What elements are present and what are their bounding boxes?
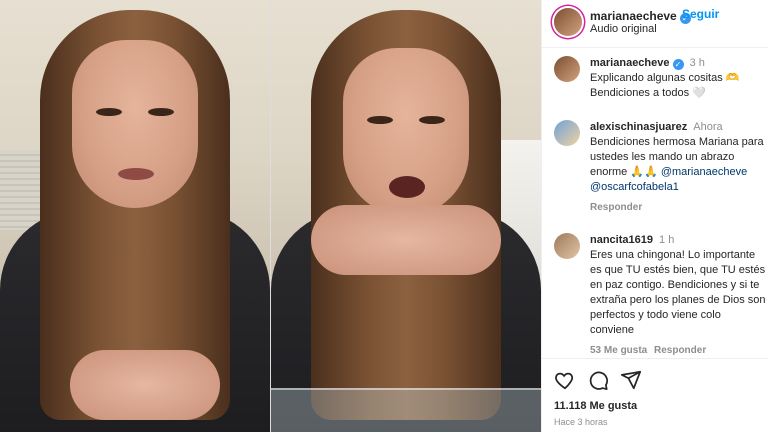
action-bar: 11.118 Me gusta Hace 3 horas xyxy=(542,358,768,433)
right-eye xyxy=(419,116,445,124)
comment-icon[interactable] xyxy=(587,369,609,391)
comment-text: alexischinasjuarez Ahora Bendiciones her… xyxy=(590,120,766,195)
caption-line-1: Explicando algunas cositas 🫶 xyxy=(590,72,740,84)
mouth xyxy=(118,168,154,180)
right-eye xyxy=(148,108,174,116)
caption-text: marianaecheve ✓ 3 h Explicando algunas co… xyxy=(590,56,766,101)
commenter-username[interactable]: alexischinasjuarez xyxy=(590,121,687,133)
window-blinds xyxy=(0,150,40,230)
commenter-username[interactable]: nancita1619 xyxy=(590,234,653,246)
author-username[interactable]: marianaecheve xyxy=(590,9,677,23)
comment-time: Ahora xyxy=(693,121,723,133)
video-frame-left[interactable] xyxy=(0,0,270,432)
reply-button[interactable]: Responder xyxy=(654,345,706,356)
caption-line-2: Bendiciones a todos 🤍 xyxy=(590,87,706,99)
comment-text: nancita1619 1 h Eres una chingona! Lo im… xyxy=(590,233,766,338)
person-face xyxy=(72,40,198,208)
comments-panel: marianaecheve ✓ Seguir Audio original mar… xyxy=(541,0,768,432)
reply-button[interactable]: Responder xyxy=(590,202,642,213)
mention-link[interactable]: @marianaecheve xyxy=(661,166,747,178)
likes-count[interactable]: 11.118 Me gusta xyxy=(554,400,637,412)
left-eye xyxy=(96,108,122,116)
person-face xyxy=(343,48,469,216)
comment-body: Eres una chingona! Lo importante es que … xyxy=(590,249,766,336)
comment-likes[interactable]: 53 Me gusta xyxy=(590,345,647,356)
person-hands xyxy=(70,350,220,420)
caption-username[interactable]: marianaecheve xyxy=(590,57,670,69)
follow-button[interactable]: Seguir xyxy=(682,7,719,21)
verified-badge-icon: ✓ xyxy=(672,59,684,70)
post-header: marianaecheve ✓ Seguir Audio original xyxy=(542,0,768,48)
person-hands xyxy=(311,205,501,275)
video-frame-right[interactable] xyxy=(270,0,541,432)
comment-time: 1 h xyxy=(659,234,675,246)
post-time: Hace 3 horas xyxy=(554,417,608,427)
mouth xyxy=(389,176,425,198)
mention-link[interactable]: @oscarfcofabela1 xyxy=(590,181,679,193)
glass-table xyxy=(271,388,541,432)
left-eye xyxy=(367,116,393,124)
post-media[interactable] xyxy=(0,0,541,432)
post-viewer: marianaecheve ✓ Seguir Audio original mar… xyxy=(0,0,768,432)
audio-label[interactable]: Audio original xyxy=(590,23,657,35)
send-icon[interactable] xyxy=(620,369,642,391)
commenter-avatar[interactable] xyxy=(554,120,580,146)
heart-icon[interactable] xyxy=(554,369,576,391)
commenter-avatar[interactable] xyxy=(554,233,580,259)
author-avatar[interactable] xyxy=(554,8,582,36)
caption-time: 3 h xyxy=(689,57,705,69)
caption-avatar[interactable] xyxy=(554,56,580,82)
